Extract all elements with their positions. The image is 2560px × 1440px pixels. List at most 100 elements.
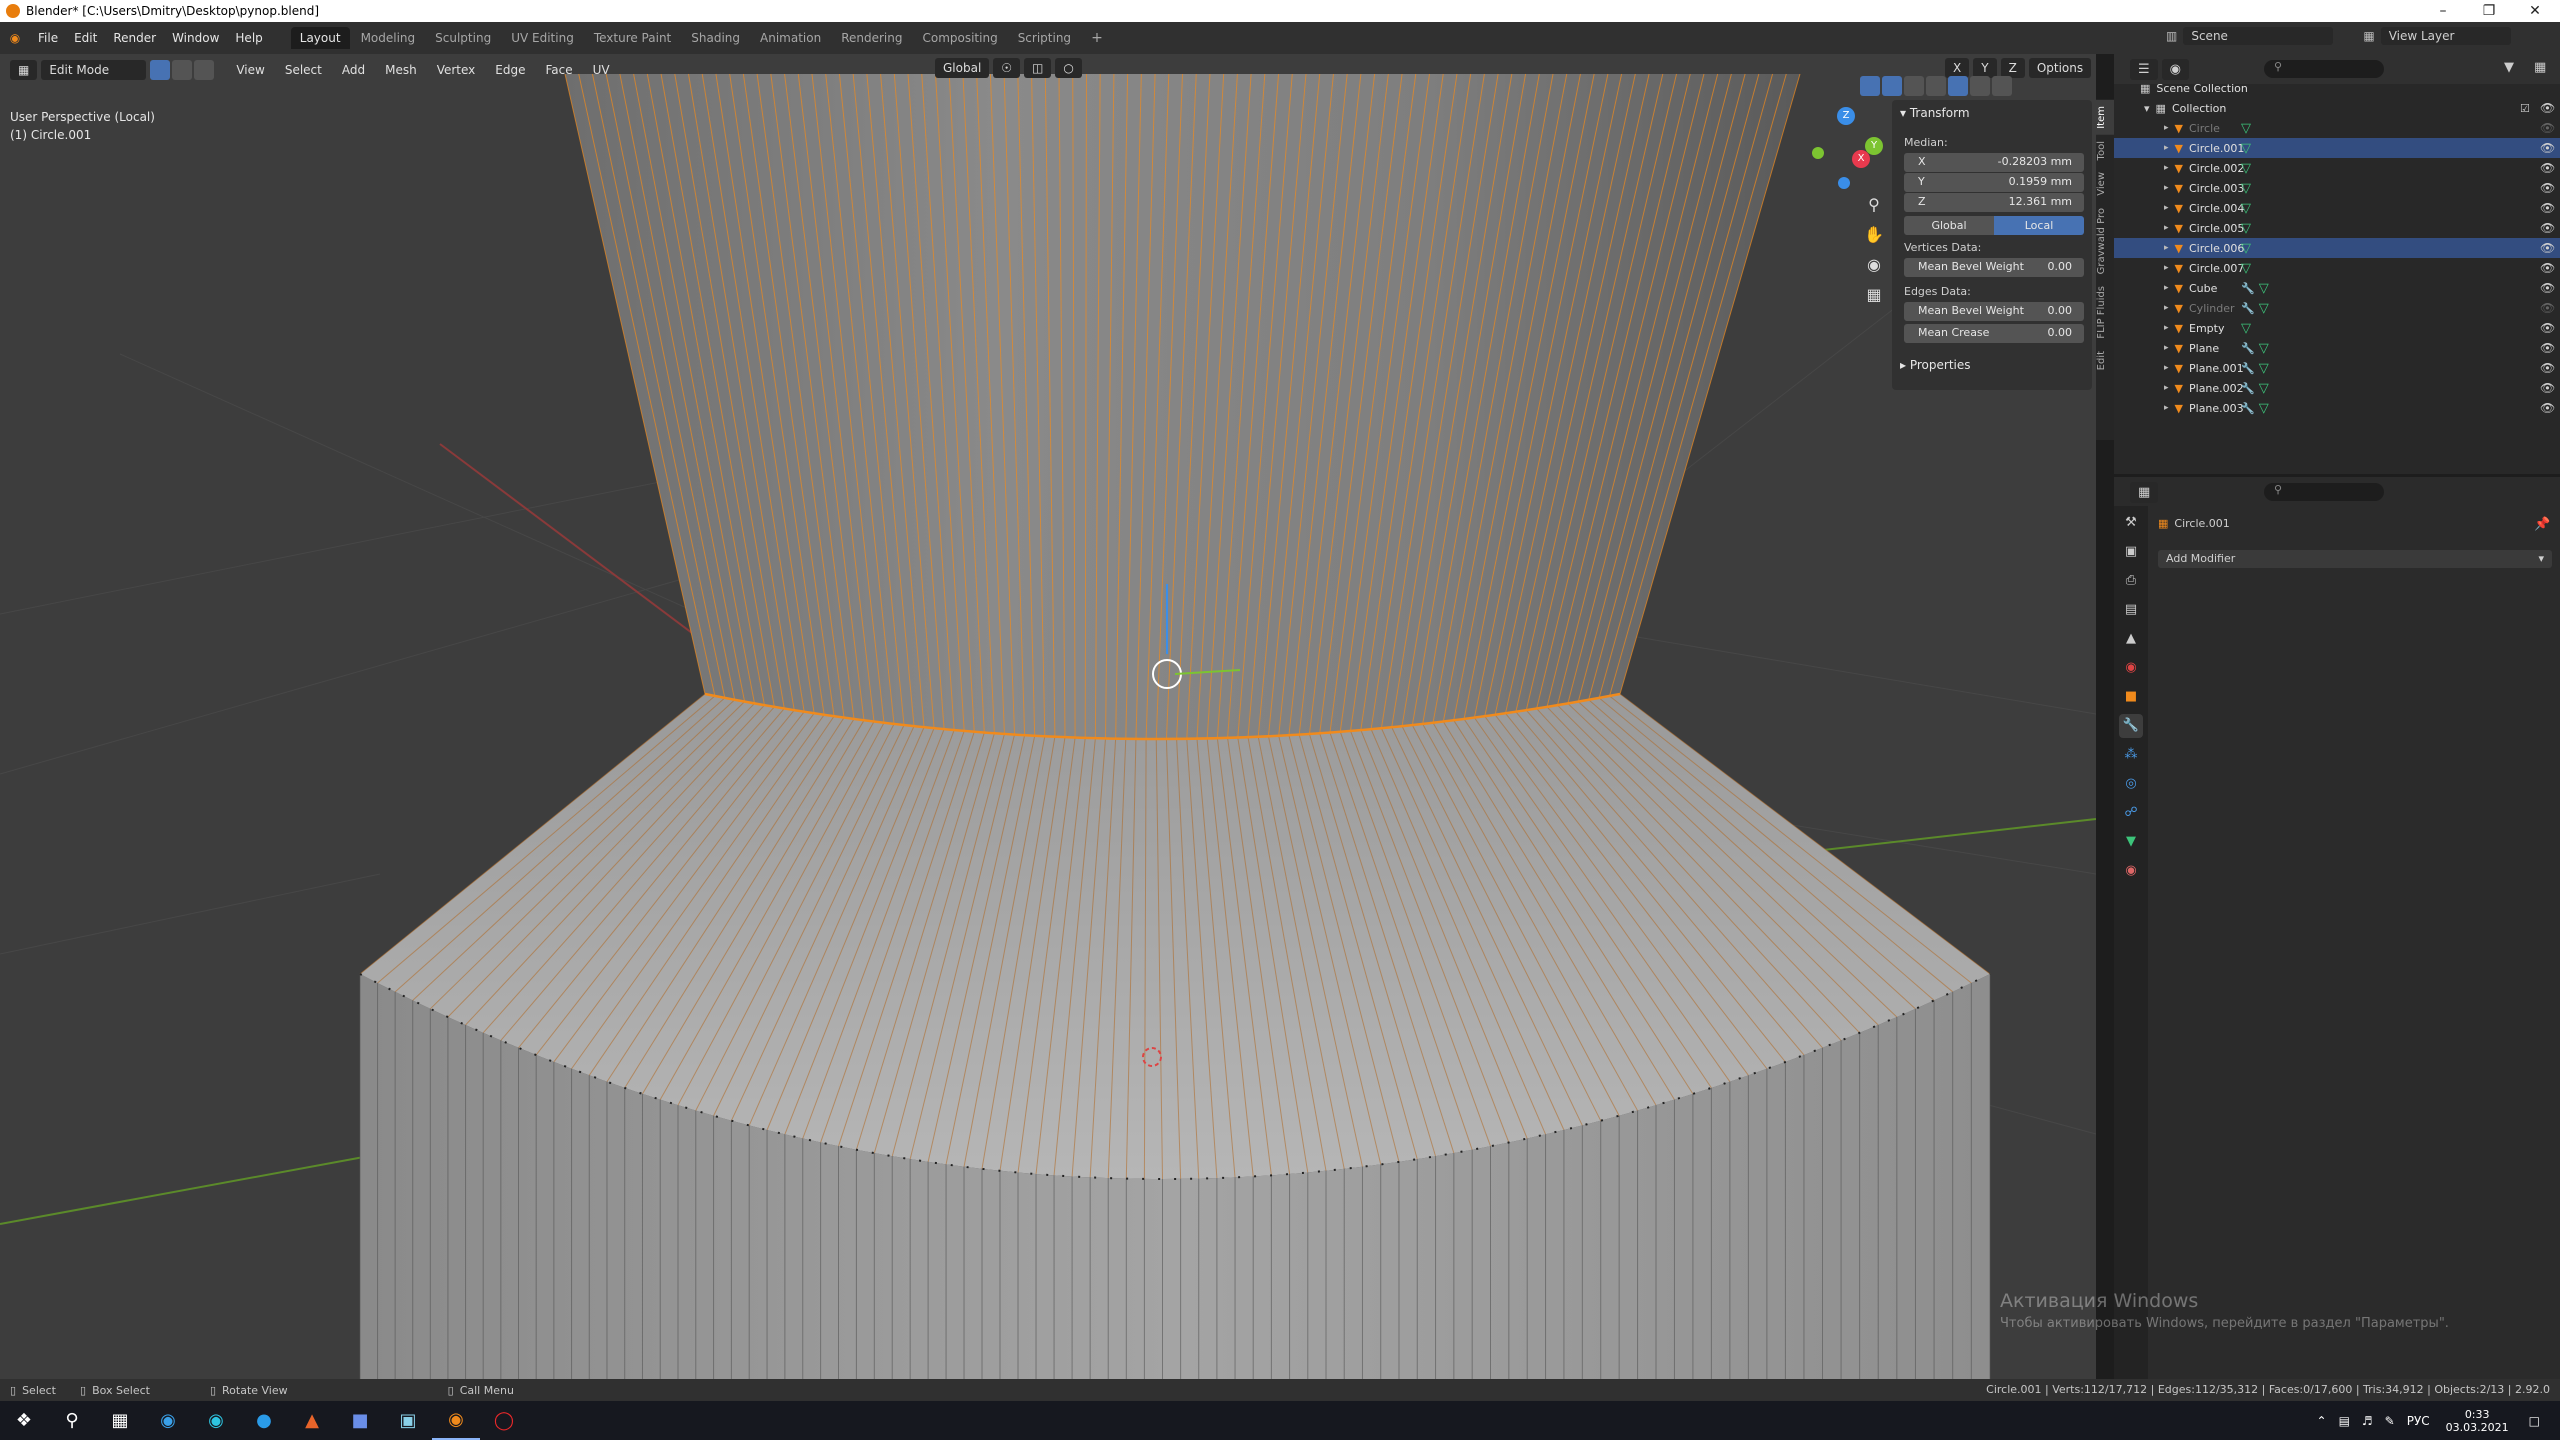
eye-icon[interactable]: 👁	[2540, 381, 2555, 395]
mode-selector[interactable]: Edit Mode	[41, 60, 147, 80]
mesh-data-icon[interactable]: ▽	[2259, 381, 2269, 396]
modifier-icon[interactable]: 🔧	[2241, 362, 2255, 375]
outliner-item[interactable]: ▸ ▼ Circle.007 ▽ 👁	[2114, 258, 2560, 278]
eye-icon[interactable]: 👁	[2540, 141, 2555, 155]
gizmo-neg-y[interactable]	[1812, 147, 1824, 159]
skype-icon[interactable]: ●	[240, 1401, 288, 1440]
mesh-data-icon[interactable]: ▽	[2259, 341, 2269, 356]
outliner-item[interactable]: ▸ ▼ Circle.005 ▽ 👁	[2114, 218, 2560, 238]
taskbar-search-icon[interactable]: ⚲	[48, 1401, 96, 1440]
tool-tab-icon[interactable]: ⚒	[2119, 511, 2143, 535]
tab-modeling[interactable]: Modeling	[352, 27, 425, 49]
volume-icon[interactable]: ♬	[2362, 1414, 2373, 1428]
modifier-icon[interactable]: 🔧	[2241, 302, 2255, 315]
gizmo-x[interactable]: X	[1852, 150, 1870, 168]
mesh-data-icon[interactable]: ▽	[2241, 181, 2251, 196]
expand-icon[interactable]: ▸	[2164, 363, 2169, 373]
tab-shading[interactable]: Shading	[682, 27, 749, 49]
scene-selector[interactable]: Scene	[2183, 27, 2334, 45]
expand-icon[interactable]: ▸	[2164, 203, 2169, 213]
outliner-item-name[interactable]: Cube	[2189, 282, 2241, 295]
outliner-item-name[interactable]: Cylinder	[2189, 302, 2241, 315]
mesh-data-icon[interactable]: ▽	[2241, 221, 2251, 236]
eye-icon[interactable]: 👁	[2540, 321, 2555, 335]
expand-icon[interactable]: ▸	[2164, 243, 2169, 253]
add-workspace-icon[interactable]: +	[1082, 26, 1112, 50]
edge-select-icon[interactable]	[172, 60, 193, 80]
modifier-icon[interactable]: 🔧	[2241, 282, 2255, 295]
outliner-item-name[interactable]: Circle.001	[2189, 142, 2244, 155]
outliner-item-name[interactable]: Empty	[2189, 322, 2241, 335]
outliner-item-name[interactable]: Circle	[2189, 122, 2241, 135]
expand-icon[interactable]: ▸	[2164, 123, 2169, 133]
menu-view[interactable]: View	[226, 63, 274, 77]
eye-icon[interactable]: 👁	[2540, 241, 2555, 255]
outliner-item-name[interactable]: Circle.007	[2189, 262, 2244, 275]
outliner-item[interactable]: ▸ ▼ Circle.003 ▽ 👁	[2114, 178, 2560, 198]
outliner-item[interactable]: ▸ ▼ Cube 🔧 ▽ 👁	[2114, 278, 2560, 298]
mesh-data-icon[interactable]: ▽	[2241, 261, 2251, 276]
eye-icon[interactable]: 👁	[2540, 361, 2555, 375]
outliner-item-name[interactable]: Circle.005	[2189, 222, 2244, 235]
median-y-field[interactable]: Y 0.1959 mm	[1904, 173, 2084, 192]
windows-start-icon[interactable]: ❖	[0, 1401, 48, 1440]
menu-face[interactable]: Face	[535, 63, 582, 77]
overlay-toggle-icon[interactable]	[1882, 76, 1902, 96]
tab-item[interactable]: Item	[2096, 100, 2114, 135]
expand-icon[interactable]: ▸	[2164, 223, 2169, 233]
eye-icon[interactable]: 👁	[2540, 161, 2555, 175]
pivot-point-icon[interactable]: ☉	[993, 58, 1021, 78]
tab-sculpting[interactable]: Sculpting	[426, 27, 500, 49]
menu-help[interactable]: Help	[227, 31, 270, 45]
blender-taskbar-icon[interactable]: ◉	[432, 1401, 480, 1440]
outliner-item-name[interactable]: Circle.004	[2189, 202, 2244, 215]
scene-tab-icon[interactable]: ▲	[2119, 627, 2143, 651]
mirror-z-toggle[interactable]: Z	[2000, 58, 2025, 78]
outliner-item[interactable]: ▸ ▼ Plane.003 🔧 ▽ 👁	[2114, 398, 2560, 418]
zoom-icon[interactable]: ⚲	[1862, 195, 1886, 225]
display-mode-icon[interactable]: ◉	[2161, 58, 2189, 80]
opera-icon[interactable]: ◯	[480, 1401, 528, 1440]
camera-icon[interactable]: ◉	[1862, 255, 1886, 285]
ortho-grid-icon[interactable]: ▦	[1862, 285, 1886, 315]
eye-icon[interactable]: 👁	[2540, 281, 2555, 295]
gizmo-z[interactable]: Z	[1837, 107, 1855, 125]
eye-icon[interactable]: 👁	[2540, 181, 2555, 195]
outliner-item-name[interactable]: Circle.006	[2189, 242, 2244, 255]
tab-flip-fluids[interactable]: FLIP Fluids	[2096, 280, 2114, 345]
network-icon[interactable]: ▤	[2339, 1414, 2350, 1428]
eye-icon[interactable]: 👁	[2540, 401, 2555, 415]
notifications-icon[interactable]: □	[2529, 1414, 2540, 1428]
outliner-item-name[interactable]: Plane	[2189, 342, 2241, 355]
vertex-bevel-weight-field[interactable]: Mean Bevel Weight 0.00	[1904, 258, 2084, 277]
outliner-item-name[interactable]: Plane.001	[2189, 362, 2244, 375]
menu-edge[interactable]: Edge	[485, 63, 535, 77]
collection-row[interactable]: ▾ ▦ Collection ☑ 👁	[2114, 98, 2560, 118]
median-z-field[interactable]: Z 12.361 mm	[1904, 193, 2084, 212]
mirror-x-toggle[interactable]: X	[1945, 58, 1970, 78]
menu-select[interactable]: Select	[275, 63, 332, 77]
3d-viewport[interactable]	[0, 54, 2096, 1379]
messenger-icon[interactable]: ■	[336, 1401, 384, 1440]
menu-render[interactable]: Render	[105, 31, 164, 45]
xray-toggle-icon[interactable]	[1904, 76, 1924, 96]
eye-icon[interactable]: 👁	[2540, 261, 2555, 275]
expand-icon[interactable]: ▸	[2164, 143, 2169, 153]
tab-view[interactable]: View	[2096, 166, 2114, 202]
outliner-item[interactable]: ▸ ▼ Circle.002 ▽ 👁	[2114, 158, 2560, 178]
tab-gravwald-pro[interactable]: Gravwald Pro	[2096, 202, 2114, 280]
expand-icon[interactable]: ▸	[2164, 303, 2169, 313]
tab-rendering[interactable]: Rendering	[832, 27, 911, 49]
face-select-icon[interactable]	[194, 60, 215, 80]
outliner-item[interactable]: ▸ ▼ Circle ▽ 👁	[2114, 118, 2560, 138]
properties-editor-type-icon[interactable]: ▦	[2130, 481, 2159, 503]
modifier-tab-icon[interactable]: 🔧	[2119, 714, 2143, 738]
add-modifier-dropdown[interactable]: Add Modifier ▾	[2158, 550, 2552, 568]
mesh-data-icon[interactable]: ▽	[2241, 321, 2251, 336]
transform-orientation-dropdown[interactable]: Global	[935, 58, 990, 78]
menu-add[interactable]: Add	[332, 63, 375, 77]
snap-icon[interactable]: ◫	[1024, 58, 1052, 78]
physics-tab-icon[interactable]: ◎	[2119, 772, 2143, 796]
outliner-item-name[interactable]: Plane.003	[2189, 402, 2244, 415]
tab-edit[interactable]: Edit	[2096, 345, 2114, 376]
